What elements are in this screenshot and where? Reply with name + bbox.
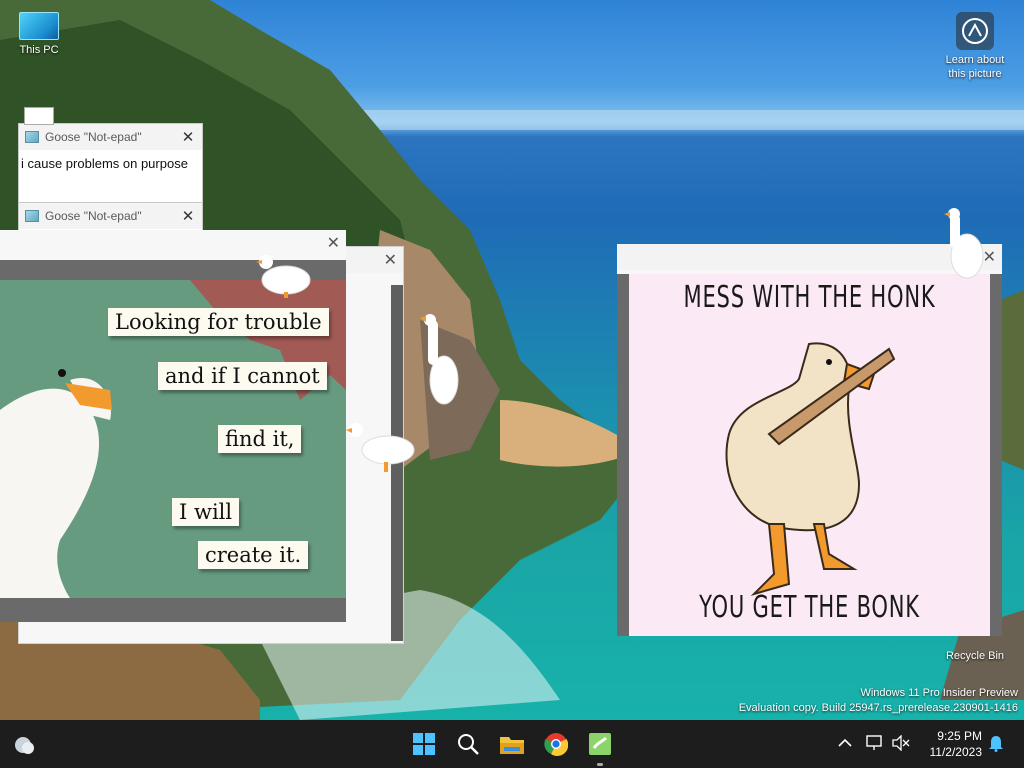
- chrome-button[interactable]: [537, 726, 575, 762]
- running-indicator: [597, 763, 603, 766]
- meme-caption-5: create it.: [198, 541, 309, 569]
- goose-notepad-window-1[interactable]: Goose "Not-epad" ✕ i cause problems on p…: [18, 123, 203, 203]
- goose-app-icon: [589, 733, 611, 755]
- desktop-icon-recycle-bin[interactable]: Recycle Bin: [937, 646, 1013, 663]
- volume-button[interactable]: [890, 732, 912, 754]
- goose-sprite-3[interactable]: [344, 420, 418, 476]
- network-button[interactable]: [864, 732, 886, 754]
- meme-window-honk[interactable]: ✕ MESS WITH THE HONK YOU GET THE BONK: [617, 244, 1002, 636]
- meme-honk-image: MESS WITH THE HONK YOU GET THE BONK: [629, 274, 990, 636]
- windows-logo-icon: [413, 733, 435, 755]
- desktop-icon-learn-about-picture[interactable]: Learn about this picture: [937, 12, 1013, 81]
- notifications-button[interactable]: [985, 732, 1007, 754]
- file-explorer-button[interactable]: [493, 726, 531, 762]
- goose-sprite-4[interactable]: [942, 206, 992, 286]
- file-icon: [24, 107, 54, 125]
- meme-caption-3: find it,: [218, 425, 302, 453]
- notepad-icon: [25, 210, 39, 222]
- notepad-icon: [25, 131, 39, 143]
- widgets-button[interactable]: [4, 726, 42, 762]
- taskbar: 9:25 PM 11/2/2023: [0, 720, 1024, 768]
- meme-trouble-image: Looking for trouble and if I cannot find…: [0, 280, 346, 598]
- desktop-icon-this-pc[interactable]: This PC: [1, 12, 77, 57]
- meme-caption-2: and if I cannot: [158, 362, 327, 390]
- weather-icon: [15, 737, 34, 754]
- chevron-up-icon: [838, 738, 852, 747]
- desktop-goose-button[interactable]: [581, 726, 619, 766]
- show-hidden-icons-button[interactable]: [834, 732, 856, 754]
- notepad-text[interactable]: i cause problems on purpose: [19, 150, 202, 177]
- meme-honk-bottom-text: YOU GET THE BONK: [699, 590, 920, 625]
- meme-frame: Looking for trouble and if I cannot find…: [0, 260, 346, 622]
- close-icon[interactable]: ✕: [384, 250, 397, 270]
- chrome-icon: [544, 733, 568, 756]
- clock-date: 11/2/2023: [929, 745, 983, 759]
- notepad-titlebar[interactable]: Goose "Not-epad" ✕: [19, 203, 202, 229]
- bell-icon: [989, 736, 1003, 752]
- goose-with-bat-illustration: [725, 342, 896, 597]
- clock[interactable]: 9:25 PM 11/2/2023: [930, 728, 983, 760]
- notepad-titlebar[interactable]: Goose "Not-epad" ✕: [19, 124, 202, 150]
- close-icon[interactable]: ✕: [174, 128, 202, 146]
- camera-lens-icon: [956, 12, 994, 50]
- network-icon: [866, 735, 882, 750]
- start-button[interactable]: [405, 726, 443, 762]
- goose-notepad-window-2[interactable]: Goose "Not-epad" ✕: [18, 202, 203, 232]
- clock-time: 9:25 PM: [937, 729, 982, 743]
- volume-muted-icon: [892, 735, 910, 751]
- meme-caption-4: I will: [172, 498, 240, 526]
- windows-watermark: Windows 11 Pro Insider Preview Evaluatio…: [738, 687, 1018, 714]
- close-icon[interactable]: ✕: [327, 233, 340, 253]
- meme-frame: MESS WITH THE HONK YOU GET THE BONK: [617, 274, 1002, 636]
- search-button[interactable]: [449, 726, 487, 762]
- close-icon[interactable]: ✕: [174, 207, 202, 225]
- goose-sprite-2[interactable]: [416, 310, 466, 410]
- search-icon: [458, 734, 479, 755]
- goose-sprite-1[interactable]: [254, 250, 314, 300]
- folder-icon: [500, 737, 524, 754]
- meme-caption-1: Looking for trouble: [108, 308, 329, 336]
- this-pc-icon: [19, 12, 59, 40]
